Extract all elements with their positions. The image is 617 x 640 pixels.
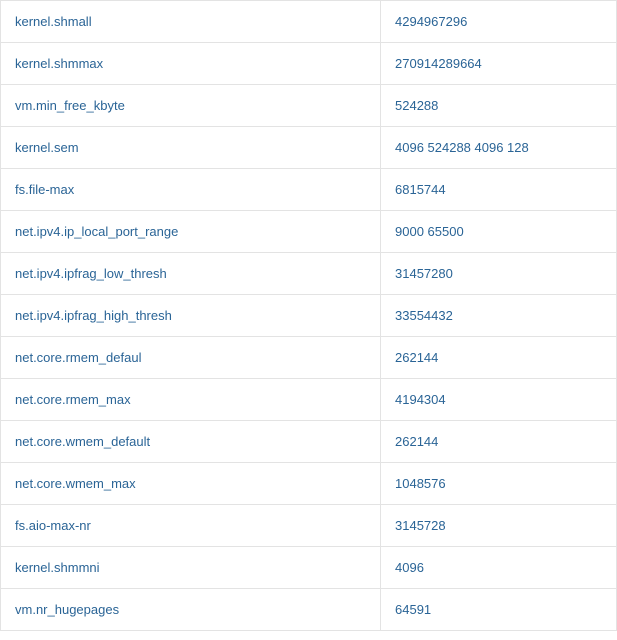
param-value: 262144 (381, 337, 617, 379)
table-row: net.ipv4.ip_local_port_range9000 65500 (1, 211, 617, 253)
param-value: 33554432 (381, 295, 617, 337)
param-name: kernel.shmmax (1, 43, 381, 85)
param-name: fs.aio-max-nr (1, 505, 381, 547)
param-name: net.ipv4.ip_local_port_range (1, 211, 381, 253)
table-row: net.ipv4.ipfrag_low_thresh31457280 (1, 253, 617, 295)
table-row: net.core.rmem_defaul262144 (1, 337, 617, 379)
param-name: net.ipv4.ipfrag_high_thresh (1, 295, 381, 337)
table-row: kernel.shmmax270914289664 (1, 43, 617, 85)
param-value: 9000 65500 (381, 211, 617, 253)
table-row: kernel.sem4096 524288 4096 128 (1, 127, 617, 169)
param-name: kernel.shmall (1, 1, 381, 43)
param-name: vm.min_free_kbyte (1, 85, 381, 127)
param-value: 1048576 (381, 463, 617, 505)
table-row: net.core.wmem_max1048576 (1, 463, 617, 505)
param-value: 31457280 (381, 253, 617, 295)
table-row: net.core.wmem_default262144 (1, 421, 617, 463)
table-row: net.core.rmem_max4194304 (1, 379, 617, 421)
param-value: 4194304 (381, 379, 617, 421)
param-value: 4096 524288 4096 128 (381, 127, 617, 169)
param-name: net.ipv4.ipfrag_low_thresh (1, 253, 381, 295)
param-name: fs.file-max (1, 169, 381, 211)
param-value: 270914289664 (381, 43, 617, 85)
table-row: kernel.shmmni4096 (1, 547, 617, 589)
table-row: net.ipv4.ipfrag_high_thresh33554432 (1, 295, 617, 337)
param-value: 524288 (381, 85, 617, 127)
param-value: 4294967296 (381, 1, 617, 43)
table-row: kernel.shmall4294967296 (1, 1, 617, 43)
param-name: net.core.rmem_max (1, 379, 381, 421)
param-name: kernel.sem (1, 127, 381, 169)
table-body: kernel.shmall4294967296kernel.shmmax2709… (1, 1, 617, 631)
table-row: vm.min_free_kbyte524288 (1, 85, 617, 127)
param-name: net.core.wmem_default (1, 421, 381, 463)
param-value: 3145728 (381, 505, 617, 547)
param-value: 6815744 (381, 169, 617, 211)
table-row: fs.file-max6815744 (1, 169, 617, 211)
sysctl-params-table: kernel.shmall4294967296kernel.shmmax2709… (0, 0, 617, 631)
param-name: net.core.wmem_max (1, 463, 381, 505)
param-value: 4096 (381, 547, 617, 589)
table-row: fs.aio-max-nr3145728 (1, 505, 617, 547)
param-value: 64591 (381, 589, 617, 631)
param-name: kernel.shmmni (1, 547, 381, 589)
param-value: 262144 (381, 421, 617, 463)
table-row: vm.nr_hugepages64591 (1, 589, 617, 631)
param-name: vm.nr_hugepages (1, 589, 381, 631)
param-name: net.core.rmem_defaul (1, 337, 381, 379)
